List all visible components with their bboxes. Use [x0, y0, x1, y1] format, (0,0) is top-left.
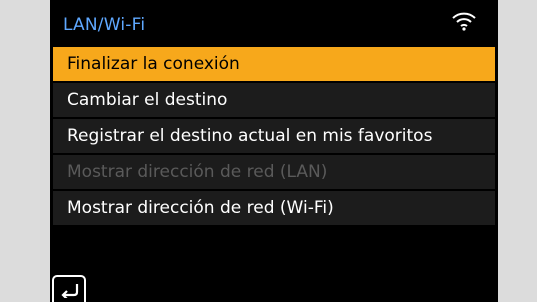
- menu-item-register-favorite[interactable]: Registrar el destino actual en mis favor…: [53, 119, 495, 153]
- menu-title: LAN/Wi-Fi: [63, 15, 146, 35]
- back-arrow-icon: [61, 284, 79, 298]
- menu-item-show-wifi-address[interactable]: Mostrar dirección de red (Wi-Fi): [53, 191, 495, 225]
- wifi-icon: [450, 10, 478, 32]
- menu-list: Finalizar la conexión Cambiar el destino…: [53, 47, 495, 227]
- menu-item-change-destination[interactable]: Cambiar el destino: [53, 83, 495, 117]
- menu-item-end-connection[interactable]: Finalizar la conexión: [53, 47, 495, 81]
- menu-item-show-lan-address: Mostrar dirección de red (LAN): [53, 155, 495, 189]
- back-button[interactable]: [52, 275, 86, 302]
- camera-menu-screen: LAN/Wi-Fi Finalizar la conexión Cambiar …: [50, 0, 498, 302]
